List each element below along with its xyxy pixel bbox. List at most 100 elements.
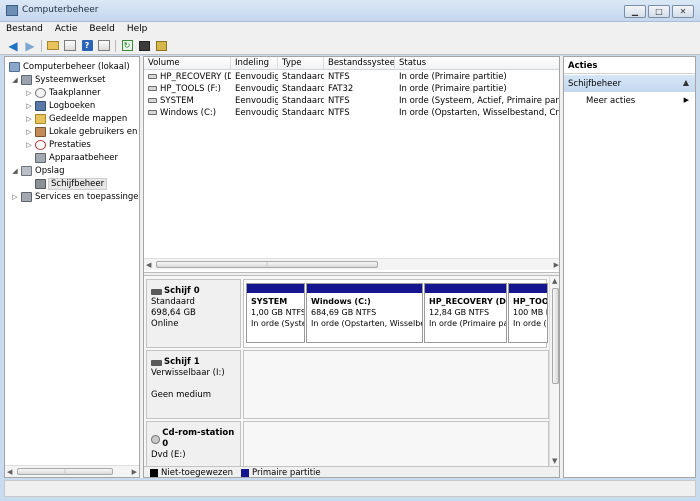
volume-layout: Eenvoudig xyxy=(235,96,278,106)
refresh-icon[interactable]: ↻ xyxy=(120,39,134,52)
toolbar: ◀ ▶ ? ↻ xyxy=(0,37,700,55)
event-log-icon xyxy=(35,100,46,111)
disk-1-label[interactable]: Schijf 1 Verwisselbaar (I:) Geen medium xyxy=(146,350,241,419)
expand-triangle-icon[interactable]: ▷ xyxy=(25,115,33,123)
disk-view-vertical-scrollbar[interactable]: ▲ ▼ xyxy=(549,276,559,466)
clock-icon xyxy=(35,87,46,98)
menu-bestand[interactable]: Bestand xyxy=(0,22,49,37)
partition-hp-tools[interactable]: HP_TOO 100 MB I In orde ( xyxy=(508,283,548,343)
collapse-triangle-icon[interactable]: ◢ xyxy=(11,167,19,175)
device-manager-icon xyxy=(35,152,46,163)
legend-item-unallocated: Niet-toegewezen xyxy=(150,468,233,477)
table-row[interactable]: SYSTEM Eenvoudig Standaard NTFS In orde … xyxy=(144,95,559,107)
removable-disk-icon xyxy=(151,359,162,366)
tree-item-taakplanner[interactable]: ▷ Taakplanner xyxy=(25,86,101,99)
expand-triangle-icon[interactable]: ▷ xyxy=(25,89,33,97)
column-indeling[interactable]: Indeling xyxy=(231,57,278,70)
volume-status: In orde (Primaire partitie) xyxy=(399,72,507,82)
volume-status: In orde (Primaire partitie) xyxy=(399,84,507,94)
cdrom-0-label[interactable]: Cd-rom-station 0 Dvd (E:) Geen medium xyxy=(146,421,241,466)
menu-help[interactable]: Help xyxy=(121,22,154,37)
expand-triangle-icon[interactable]: ▷ xyxy=(25,102,33,110)
tree-item-computerbeheer[interactable]: Computerbeheer (lokaal) xyxy=(9,60,130,73)
scroll-thumb[interactable]: ⦙ xyxy=(17,468,113,475)
status-bar xyxy=(4,480,696,497)
volume-icon xyxy=(148,110,157,115)
volume-icon xyxy=(148,86,157,91)
export-icon[interactable] xyxy=(137,39,151,52)
up-folder-icon[interactable] xyxy=(46,39,60,52)
scroll-right-icon[interactable]: ▶ xyxy=(554,261,559,269)
help-icon[interactable]: ? xyxy=(80,39,94,52)
disk-0-label[interactable]: Schijf 0 Standaard 698,64 GB Online xyxy=(146,279,241,348)
primary-partition-bar xyxy=(307,284,422,293)
column-type[interactable]: Type xyxy=(278,57,324,70)
column-status[interactable]: Status xyxy=(395,57,559,70)
menu-actie[interactable]: Actie xyxy=(49,22,84,37)
table-row[interactable]: HP_RECOVERY (D:) Eenvoudig Standaard NTF… xyxy=(144,71,559,83)
expand-triangle-icon[interactable]: ▷ xyxy=(11,193,19,201)
tree-item-opslag[interactable]: ◢ Opslag xyxy=(11,164,64,177)
legend-swatch xyxy=(241,469,249,477)
volume-name: HP_TOOLS (F:) xyxy=(144,83,231,95)
partition-hp-recovery-d[interactable]: HP_RECOVERY (D: 12,84 GB NTFS In orde (P… xyxy=(424,283,507,343)
scroll-thumb[interactable] xyxy=(552,288,559,384)
tree-item-schijfbeheer[interactable]: Schijfbeheer xyxy=(35,177,108,190)
collapse-caret-icon[interactable]: ▲ xyxy=(683,78,689,87)
scroll-thumb[interactable]: ⦙ xyxy=(156,261,378,268)
column-bestandssysteem[interactable]: Bestandssysteem xyxy=(324,57,395,70)
computer-icon xyxy=(9,61,20,72)
properties-icon[interactable] xyxy=(97,39,111,52)
primary-partition-bar xyxy=(425,284,506,293)
expand-triangle-icon[interactable]: ▷ xyxy=(25,141,33,149)
menu-bar: Bestand Actie Beeld Help xyxy=(0,22,700,37)
column-volume[interactable]: Volume xyxy=(144,57,231,70)
scroll-right-icon[interactable]: ▶ xyxy=(132,468,137,476)
collapse-triangle-icon[interactable]: ◢ xyxy=(11,76,19,84)
volume-type: Standaard xyxy=(282,108,324,118)
volume-icon xyxy=(148,98,157,103)
hard-disk-icon xyxy=(151,288,162,295)
table-row[interactable]: HP_TOOLS (F:) Eenvoudig Standaard FAT32 … xyxy=(144,83,559,95)
actions-section-schijfbeheer[interactable]: Schijfbeheer ▲ xyxy=(564,75,695,92)
show-hide-tree-icon[interactable] xyxy=(63,39,77,52)
tree-item-prestaties[interactable]: ▷ Prestaties xyxy=(25,138,91,151)
forward-arrow-icon[interactable]: ▶ xyxy=(23,39,37,53)
expand-triangle-icon[interactable]: ▷ xyxy=(25,128,33,136)
scroll-left-icon[interactable]: ◀ xyxy=(7,468,12,476)
toolbar-separator xyxy=(115,39,116,52)
tree-item-systeemwerkset[interactable]: ◢ Systeemwerkset xyxy=(11,73,106,86)
table-row[interactable]: Windows (C:) Eenvoudig Standaard NTFS In… xyxy=(144,107,559,119)
disk-1-area xyxy=(243,350,549,419)
computer-management-icon xyxy=(6,5,18,16)
close-button[interactable]: ✕ xyxy=(672,5,694,18)
tree-item-apparaatbeheer[interactable]: Apparaatbeheer xyxy=(35,151,118,164)
tree-item-gedeelde-mappen[interactable]: ▷ Gedeelde mappen xyxy=(25,112,127,125)
legend-swatch xyxy=(150,469,158,477)
storage-icon xyxy=(21,165,32,176)
tree-item-logboeken[interactable]: ▷ Logboeken xyxy=(25,99,95,112)
minimize-button[interactable]: ▁ xyxy=(624,5,646,18)
scroll-up-icon[interactable]: ▲ xyxy=(552,277,557,285)
disk-0-partitions: SYSTEM 1,00 GB NTFS In orde (Syste Windo… xyxy=(243,279,548,348)
settings-icon[interactable] xyxy=(154,39,168,52)
tree-horizontal-scrollbar[interactable]: ◀ ⦙ ▶ xyxy=(5,465,139,477)
tree-item-lokale-gebruikers[interactable]: ▷ Lokale gebruikers en gr xyxy=(25,125,139,138)
partition-windows-c[interactable]: Windows (C:) 684,69 GB NTFS In orde (Ops… xyxy=(306,283,423,343)
tree-item-services[interactable]: ▷ Services en toepassingen xyxy=(11,190,139,203)
menu-beeld[interactable]: Beeld xyxy=(83,22,120,37)
actions-pane: Acties Schijfbeheer ▲ Meer acties ▶ xyxy=(563,56,696,478)
maximize-button[interactable]: □ xyxy=(648,5,670,18)
primary-partition-bar xyxy=(247,284,304,293)
partition-system[interactable]: SYSTEM 1,00 GB NTFS In orde (Syste xyxy=(246,283,305,343)
volume-filesystem: NTFS xyxy=(328,108,350,118)
back-arrow-icon[interactable]: ◀ xyxy=(6,39,20,53)
users-icon xyxy=(35,126,46,137)
cdrom-0-area xyxy=(243,421,549,466)
more-actions-item[interactable]: Meer acties ▶ xyxy=(564,92,695,108)
volume-list-horizontal-scrollbar[interactable]: ◀ ⦙ ▶ xyxy=(144,258,559,270)
volume-layout: Eenvoudig xyxy=(235,108,278,118)
scroll-down-icon[interactable]: ▼ xyxy=(552,457,557,465)
window-controls: ▁ □ ✕ xyxy=(624,5,694,18)
scroll-left-icon[interactable]: ◀ xyxy=(146,261,151,269)
